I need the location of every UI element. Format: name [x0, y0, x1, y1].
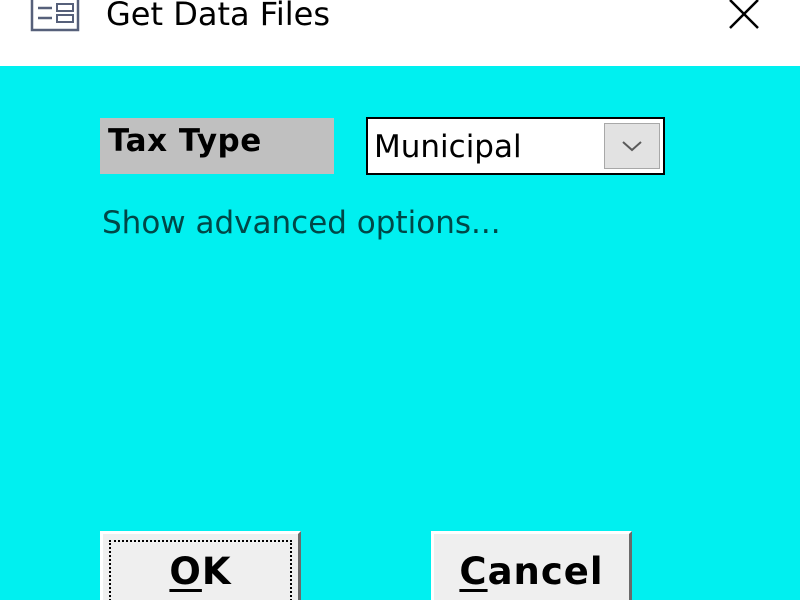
show-advanced-options-link[interactable]: Show advanced options...	[102, 200, 501, 246]
chevron-down-icon	[622, 141, 642, 152]
window-title: Get Data Files	[106, 0, 330, 33]
tax-type-dropdown[interactable]: Municipal	[366, 117, 665, 175]
tax-type-value: Municipal	[374, 129, 522, 165]
title-bar: Get Data Files	[0, 0, 800, 66]
close-button[interactable]	[712, 0, 776, 40]
tax-type-label: Tax Type	[100, 118, 334, 174]
cancel-button-label: Cancel	[459, 550, 604, 593]
cancel-button[interactable]: Cancel	[431, 531, 632, 600]
close-icon	[729, 0, 759, 29]
form-icon	[30, 0, 80, 32]
dropdown-button[interactable]	[604, 123, 660, 169]
ok-button[interactable]: OK	[100, 531, 301, 600]
ok-button-label: OK	[169, 550, 232, 593]
